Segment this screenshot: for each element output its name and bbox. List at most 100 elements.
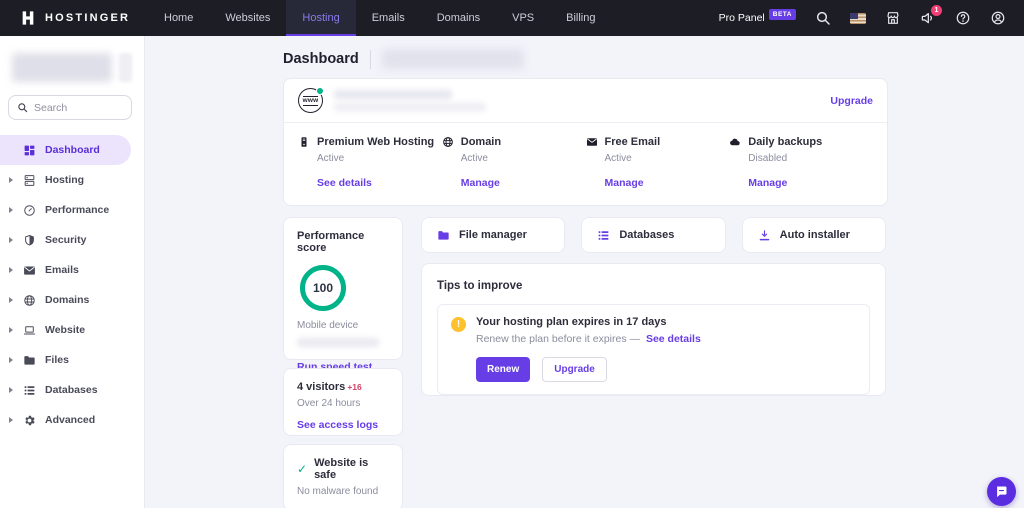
search-icon[interactable]: [815, 10, 831, 26]
file-manager-button[interactable]: File manager: [421, 217, 566, 253]
envelope-icon: [586, 138, 597, 146]
see-access-logs-link[interactable]: See access logs: [297, 419, 378, 431]
sidebar-item-emails[interactable]: Emails: [0, 255, 144, 285]
sidebar-item-domains[interactable]: Domains: [0, 285, 144, 315]
sidebar-item-files[interactable]: Files: [0, 345, 144, 375]
tips-to-improve-card: Tips to improve ! Your hosting plan expi…: [421, 263, 886, 396]
nav-item-websites[interactable]: Websites: [209, 0, 286, 36]
topbar-right: Pro Panel BETA 1: [719, 0, 1024, 36]
see-details-link[interactable]: See details: [646, 333, 701, 345]
feature-status: Active: [604, 153, 632, 164]
laptop-icon: [23, 325, 36, 334]
sidebar-item-label: Files: [45, 354, 69, 366]
site-identity-redacted: [334, 90, 486, 111]
quick-action-label: File manager: [459, 229, 527, 241]
domain-selector-redacted[interactable]: [381, 49, 524, 69]
feature-title: Premium Web Hosting: [317, 136, 435, 148]
chevron-right-icon: [9, 387, 13, 393]
sidebar-item-performance[interactable]: Performance: [0, 195, 144, 225]
chat-bubble-icon: [997, 486, 1007, 498]
sidebar-item-dashboard[interactable]: Dashboard: [0, 135, 131, 165]
download-icon: [759, 229, 769, 240]
hostinger-logo[interactable]: HOSTINGER: [0, 0, 148, 36]
manage-link[interactable]: Manage: [748, 177, 787, 189]
feature-premium-web-hosting: Premium Web Hosting Active See details: [298, 136, 442, 191]
folder-icon: [438, 230, 449, 240]
server-icon: [24, 174, 35, 186]
account-icon[interactable]: [990, 10, 1006, 26]
right-column: File manager Databases Auto installer Ti…: [421, 217, 886, 508]
chevron-right-icon: [9, 207, 13, 213]
safety-subtitle: No malware found: [297, 486, 379, 497]
feature-status: Active: [317, 153, 345, 164]
sidebar-item-databases[interactable]: Databases: [0, 375, 144, 405]
see-details-link[interactable]: See details: [317, 177, 372, 189]
visitors-subtitle: Over 24 hours: [297, 398, 361, 409]
quick-action-label: Databases: [619, 229, 675, 241]
alert-heading: Your hosting plan expires in 17 days: [476, 316, 667, 328]
collapse-handle[interactable]: [119, 53, 132, 82]
nav-item-emails[interactable]: Emails: [356, 0, 421, 36]
feature-title: Daily backups: [748, 136, 823, 148]
gauge-icon: [24, 204, 35, 216]
sidebar-item-security[interactable]: Security: [0, 225, 144, 255]
main-content: Dashboard www Upgrade Premium Web Hostin…: [145, 36, 1024, 508]
manage-link[interactable]: Manage: [461, 177, 500, 189]
nav-item-hosting[interactable]: Hosting: [286, 0, 356, 36]
sidebar-item-label: Databases: [45, 384, 98, 396]
alert-body-text: Renew the plan before it expires —: [476, 333, 641, 345]
chevron-right-icon: [9, 297, 13, 303]
database-icon: [24, 385, 35, 395]
store-icon[interactable]: [885, 10, 901, 26]
site-selector[interactable]: [12, 53, 132, 82]
pro-panel-link[interactable]: Pro Panel BETA: [718, 9, 796, 24]
performance-card-title: Performance score: [297, 230, 365, 254]
auto-installer-button[interactable]: Auto installer: [741, 217, 886, 253]
divider: [369, 49, 371, 69]
feature-daily-backups: Daily backups Disabled Manage: [729, 136, 873, 191]
feature-status: Disabled: [748, 153, 788, 164]
shield-icon: [25, 234, 34, 246]
sidebar-item-hosting[interactable]: Hosting: [0, 165, 144, 195]
feature-domain: Domain Active Manage: [442, 136, 586, 191]
manage-link[interactable]: Manage: [605, 177, 644, 189]
site-name-redacted: [12, 53, 112, 82]
check-icon: ✓: [297, 462, 308, 476]
sidebar-search: [8, 95, 132, 120]
safety-title: Website is safe: [314, 457, 369, 481]
left-column: Performance score 100 Mobile device Run …: [283, 217, 403, 508]
chat-widget-button[interactable]: [987, 477, 1016, 506]
www-label: www: [302, 95, 319, 106]
sidebar-item-advanced[interactable]: Advanced: [0, 405, 144, 435]
sidebar-item-website[interactable]: Website: [0, 315, 144, 345]
sidebar-menu: Dashboard Hosting Performance Security E: [0, 135, 144, 435]
nav-item-billing[interactable]: Billing: [550, 0, 611, 36]
visitors-title: 4 visitors +16: [297, 381, 389, 393]
hostinger-h-icon: [22, 11, 34, 25]
page-header: Dashboard: [283, 46, 1024, 72]
performance-score-ring: 100: [300, 265, 346, 311]
databases-button[interactable]: Databases: [581, 217, 726, 253]
language-flag-icon[interactable]: [850, 10, 866, 26]
site-domain-redacted: [334, 90, 452, 99]
announcements-icon[interactable]: 1: [920, 5, 942, 26]
help-icon[interactable]: [955, 10, 971, 26]
pro-panel-label: Pro Panel: [718, 12, 765, 24]
search-input[interactable]: [34, 101, 123, 114]
globe-icon: [24, 294, 35, 306]
nav-item-vps[interactable]: VPS: [496, 0, 550, 36]
nav-item-domains[interactable]: Domains: [421, 0, 496, 36]
top-navbar: HOSTINGER Home Websites Hosting Emails D…: [0, 0, 1024, 36]
sidebar-item-label: Security: [45, 234, 87, 246]
top-nav-menu: Home Websites Hosting Emails Domains VPS…: [148, 0, 611, 36]
renew-button[interactable]: Renew: [476, 357, 531, 382]
chevron-right-icon: [9, 177, 13, 183]
upgrade-link[interactable]: Upgrade: [830, 95, 873, 107]
upgrade-button[interactable]: Upgrade: [542, 357, 607, 382]
nav-item-home[interactable]: Home: [148, 0, 209, 36]
sidebar: Dashboard Hosting Performance Security E: [0, 36, 145, 508]
site-overview-top: www Upgrade: [284, 79, 887, 123]
page-title: Dashboard: [283, 51, 359, 67]
sidebar-item-label: Domains: [45, 294, 90, 306]
visitors-card: 4 visitors +16 Over 24 hours See access l…: [283, 368, 403, 436]
